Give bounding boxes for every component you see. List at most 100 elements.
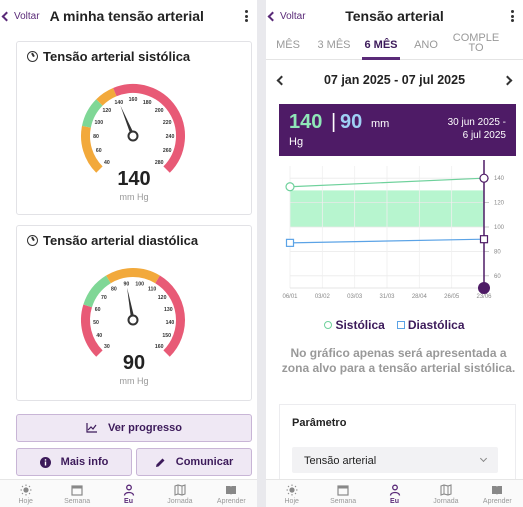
y-tick-label: 100	[494, 225, 505, 231]
right-screen: Voltar Tensão arterial MÊS 3 MÊS 6 MÊS A…	[266, 0, 523, 507]
map-icon	[174, 484, 186, 496]
back-button[interactable]: Voltar	[0, 11, 40, 22]
next-arrow-icon[interactable]	[502, 75, 513, 85]
unit-hg: Hg	[289, 136, 304, 148]
more-info-button[interactable]: Mais info	[16, 448, 132, 476]
back-label: Voltar	[14, 10, 40, 22]
tab-hoje[interactable]: Hoje	[266, 480, 317, 507]
tab-jornada[interactable]: Jornada	[154, 480, 205, 507]
systolic-point	[285, 182, 295, 192]
tab-label: Aprender	[482, 498, 512, 505]
diastolic-reading: 90	[340, 111, 363, 133]
unit-mm: mm	[371, 118, 390, 130]
tab-jornada[interactable]: Jornada	[420, 480, 471, 507]
gauge-tick-label: 120	[158, 295, 167, 301]
tab-aprender[interactable]: Aprender	[472, 480, 523, 507]
gauge-tick-label: 70	[101, 295, 107, 301]
tab-6-months[interactable]: 6 MÊS	[358, 32, 404, 60]
chevron-down-icon	[479, 454, 488, 463]
tab-semana[interactable]: Semana	[51, 480, 102, 507]
diastolic-unit: mm Hg	[119, 376, 149, 386]
parameter-value: Tensão arterial	[304, 455, 377, 467]
gauge-tick-label: 110	[148, 286, 156, 292]
tab-label: Eu	[390, 498, 399, 505]
tab-eu[interactable]: Eu	[369, 480, 420, 507]
reading-date-end: 6 jul 2025	[462, 130, 506, 141]
reading-date-start: 30 jun 2025 -	[447, 117, 506, 128]
gauge-tick-label: 120	[103, 108, 112, 114]
tab-complete[interactable]: COMPLE TO	[448, 32, 504, 59]
x-tick-label: 26/05	[444, 294, 460, 300]
view-progress-label: Ver progresso	[108, 422, 182, 434]
tab-month[interactable]: MÊS	[266, 32, 310, 59]
selected-reading: 140 | 90 mm Hg 30 jun 2025 - 6 jul 2025	[279, 104, 516, 156]
chevron-left-icon	[267, 11, 278, 21]
tab-hoje[interactable]: Hoje	[0, 480, 51, 507]
page-title: A minha tensão arterial	[49, 8, 204, 24]
header: Voltar A minha tensão arterial	[0, 0, 257, 32]
gauge-tick-label: 200	[155, 108, 164, 114]
bp-line-chart[interactable]: 60 80 100 120 140 06/01 03/02 03/03 31/03 28/04 26…	[266, 160, 523, 308]
legend-diastolic-label: Diastólica	[407, 318, 465, 332]
view-progress-button[interactable]: Ver progresso	[16, 414, 252, 442]
sun-icon	[20, 484, 32, 496]
gauge-tick-label: 160	[155, 344, 164, 350]
tab-label: Hoje	[284, 498, 299, 505]
back-label: Voltar	[280, 10, 306, 22]
tab-aprender[interactable]: Aprender	[206, 480, 257, 507]
y-tick-label: 80	[494, 249, 501, 255]
y-tick-label: 120	[494, 201, 505, 207]
gauge-tick-label: 130	[164, 307, 173, 313]
chart-icon	[86, 423, 98, 433]
date-range-nav: 07 jan 2025 - 07 jul 2025	[266, 68, 523, 92]
parameter-select[interactable]: Tensão arterial	[292, 447, 498, 473]
tab-label: Eu	[124, 498, 133, 505]
gauge-zone	[106, 268, 160, 284]
x-tick-label: 03/03	[347, 294, 363, 300]
legend-systolic-label: Sistólica	[335, 318, 385, 332]
gauge-tick-label: 30	[104, 344, 110, 350]
tab-semana[interactable]: Semana	[317, 480, 368, 507]
diastolic-point	[285, 238, 295, 247]
tab-label: Aprender	[216, 498, 246, 505]
tab-year[interactable]: ANO	[404, 32, 448, 59]
previous-arrow-icon[interactable]	[276, 75, 287, 85]
systolic-value: 140	[117, 168, 151, 190]
diastolic-card: Tensão arterial diastólica 30 40 50 60 70 80 9…	[16, 225, 252, 401]
communicate-button[interactable]: Comunicar	[136, 448, 252, 476]
tab-bar: Hoje Semana Eu Jornada Aprender	[0, 479, 257, 507]
x-tick-label: 03/02	[315, 294, 331, 300]
gauge-tick-label: 150	[162, 333, 171, 339]
book-icon	[225, 484, 237, 496]
systolic-card: Tensão arterial sistólica 40 60 80 100 120 14…	[16, 41, 252, 215]
person-icon	[389, 484, 401, 496]
legend-diastolic: Diastólica	[396, 318, 465, 332]
circle-marker-icon	[324, 321, 333, 329]
tab-label: Jornada	[167, 498, 193, 505]
gauge-tick-label: 50	[93, 320, 99, 326]
gauge-tick-label: 240	[166, 134, 175, 140]
systolic-gauge: 4060 80 100120140 160 180200 220 240 260 280	[81, 84, 185, 173]
tab-label: Hoje	[18, 498, 33, 505]
y-tick-label: 140	[494, 176, 505, 182]
more-options-icon[interactable]	[507, 9, 517, 23]
gauge-tick-label: 160	[129, 97, 138, 103]
back-button[interactable]: Voltar	[266, 11, 306, 22]
tab-3-months[interactable]: 3 MÊS	[310, 32, 358, 59]
diastolic-gauge: 3040 50 6070 80 90 100 110120 130 140 150 160	[81, 268, 185, 357]
gauge-tick-label: 60	[96, 148, 102, 154]
tab-bar: Hoje Semana Eu Jornada Aprender	[266, 479, 523, 507]
map-icon	[440, 484, 452, 496]
more-options-icon[interactable]	[241, 9, 251, 23]
gauge-tick-label: 40	[96, 333, 102, 339]
chevron-left-icon	[1, 11, 12, 21]
chart-legend: Sistólica Diastólica	[266, 318, 523, 332]
gauge-tick-label: 140	[115, 100, 124, 106]
tab-eu[interactable]: Eu	[103, 480, 154, 507]
gauge-icon	[27, 51, 38, 62]
left-screen: Voltar A minha tensão arterial Tensão ar…	[0, 0, 257, 507]
gauge-zone	[155, 275, 185, 357]
gauge-tick-label: 140	[166, 320, 175, 326]
tab-label: Jornada	[433, 498, 459, 505]
diastolic-title: Tensão arterial diastólica	[43, 233, 199, 248]
